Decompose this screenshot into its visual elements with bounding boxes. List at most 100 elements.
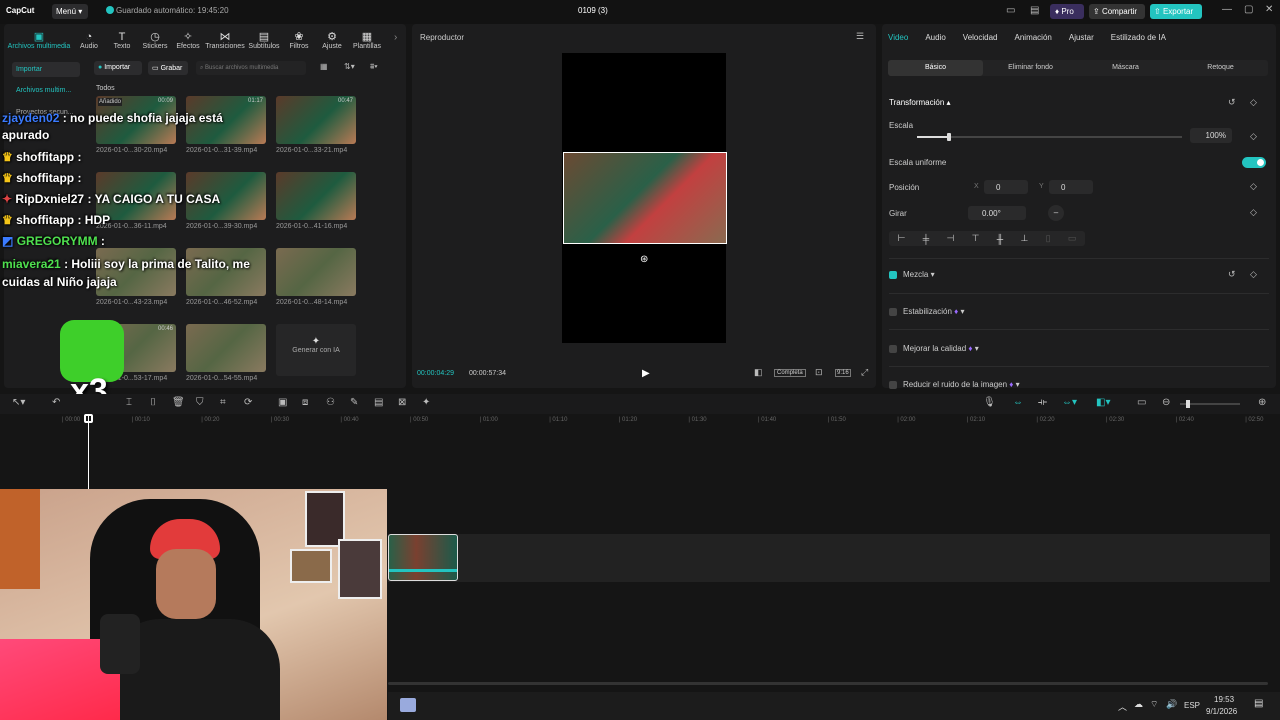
subtab-mask[interactable]: Máscara xyxy=(1078,60,1173,76)
link-icon[interactable]: ⇔ xyxy=(1013,397,1023,408)
chevron-up-icon[interactable]: ︿ xyxy=(1118,700,1127,713)
list-item[interactable]: 2026-01-0...36-11.mp4 xyxy=(96,172,186,248)
sidebar-import[interactable]: Importar xyxy=(12,62,80,77)
tab-media[interactable]: ▣ Archivos multimedia xyxy=(6,26,72,50)
align-center-icon[interactable]: ╪ xyxy=(923,234,929,244)
shield-icon[interactable]: ⛉ xyxy=(196,397,204,408)
delete-icon[interactable]: 🗑 xyxy=(172,397,185,408)
screenshot-icon[interactable]: ⊡ xyxy=(815,367,823,378)
tab-text[interactable]: T Texto xyxy=(106,26,138,50)
split-right-icon[interactable]: ⌷ xyxy=(150,397,156,408)
search-input[interactable]: ⌕ Buscar archivos multimedia xyxy=(196,61,306,75)
rotate-handle-icon[interactable]: ⊛ xyxy=(640,254,648,265)
layout-icon[interactable]: ▭ xyxy=(1006,5,1015,16)
tab-adjust-props[interactable]: Ajustar xyxy=(1069,33,1094,42)
list-item[interactable]: 2026-01-0...48-14.mp4 xyxy=(276,248,366,324)
ai-icon[interactable]: ✦ xyxy=(422,397,430,408)
stabilize-checkbox[interactable] xyxy=(889,307,897,316)
crop-icon[interactable]: ⌗ xyxy=(220,397,226,408)
keyframe-icon[interactable]: ◇ xyxy=(1250,181,1257,192)
tab-ai-style[interactable]: Estilizado de IA xyxy=(1111,33,1166,42)
generate-ai-button[interactable]: ✦ Generar con IA xyxy=(276,324,366,400)
timeline-clip[interactable] xyxy=(388,534,458,581)
zoom-slider[interactable] xyxy=(1180,400,1240,408)
sort-icon[interactable]: ⇅▾ xyxy=(344,62,355,71)
reset-icon[interactable]: ↺ xyxy=(1228,97,1236,108)
speed-icon[interactable]: ⟳ xyxy=(244,397,252,408)
close-icon[interactable]: ✕ xyxy=(1265,4,1273,15)
sidebar-item-local[interactable]: Archivos multim... xyxy=(16,87,71,94)
list-item[interactable]: 00:47 2026-01-0...33-21.mp4 xyxy=(276,96,366,172)
blend-checkbox[interactable] xyxy=(889,270,897,279)
preview-axis-icon[interactable]: ◧▾ xyxy=(1096,397,1110,408)
tab-speed[interactable]: Velocidad xyxy=(963,33,998,42)
subtab-retouch[interactable]: Retoque xyxy=(1173,60,1268,76)
noise-row[interactable]: Reducir el ruido de la imagen ♦ ▾ xyxy=(889,380,1020,389)
uniform-scale-toggle[interactable] xyxy=(1242,157,1266,168)
magnet-icon[interactable]: ⇔▾ xyxy=(1062,397,1077,408)
tab-animation[interactable]: Animación xyxy=(1015,33,1052,42)
aspect-ratio-button[interactable]: 9:16 xyxy=(835,369,851,377)
auto-reframe-icon[interactable]: ⊠ xyxy=(398,397,406,408)
tab-subtitles[interactable]: ▤ Subtítulos xyxy=(246,26,282,50)
share-button[interactable]: ⇪ Compartir xyxy=(1089,4,1145,19)
timeline-scrollbar[interactable] xyxy=(388,682,1268,685)
pro-button[interactable]: ♦ Pro xyxy=(1050,4,1084,19)
noise-checkbox[interactable] xyxy=(889,380,897,389)
align-left-icon[interactable]: ⊢ xyxy=(898,233,906,244)
menu-button[interactable]: Menú ▾ xyxy=(52,4,88,19)
subtab-basic[interactable]: Básico xyxy=(888,60,983,76)
fullscreen-icon[interactable]: ⤢ xyxy=(861,367,868,378)
cutout-icon[interactable]: ⚇ xyxy=(326,397,335,408)
caption-icon[interactable]: ▤ xyxy=(374,397,383,408)
magic-icon[interactable]: ✎ xyxy=(350,397,358,408)
caption-track-icon[interactable]: ▭ xyxy=(1137,397,1146,408)
playhead-handle[interactable] xyxy=(84,414,93,423)
keyframe-icon[interactable]: ◇ xyxy=(1250,269,1257,280)
tab-filters[interactable]: ❀ Filtros xyxy=(283,26,315,50)
microphone-icon[interactable]: 🎙 xyxy=(983,397,996,408)
shortcuts-icon[interactable]: ▤ xyxy=(1030,5,1039,16)
chevron-right-icon[interactable]: › xyxy=(394,32,397,43)
scale-slider[interactable] xyxy=(917,133,1182,141)
keyframe-icon[interactable]: ◇ xyxy=(1250,131,1257,142)
select-tool-icon[interactable]: ↖▾ xyxy=(12,397,25,408)
export-button[interactable]: ⇧ Exportar xyxy=(1150,4,1202,19)
align-top-icon[interactable]: ⊤ xyxy=(972,233,980,244)
list-item[interactable]: 2026-01-0...39-30.mp4 xyxy=(186,172,276,248)
pos-x-input[interactable]: 0 xyxy=(984,180,1028,194)
video-frame[interactable] xyxy=(563,152,727,244)
record-button[interactable]: ▭ Grabar xyxy=(148,61,188,75)
scale-slider-knob[interactable] xyxy=(946,133,951,141)
stabilize-row[interactable]: Estabilización ♦ ▾ xyxy=(889,307,965,316)
tab-adjust[interactable]: ⚙ Ajuste xyxy=(316,26,348,50)
filter-list-icon[interactable]: ⩩▾ xyxy=(370,62,378,72)
playhead[interactable] xyxy=(88,414,89,490)
tab-effects[interactable]: ✧ Efectos xyxy=(172,26,204,50)
volume-icon[interactable]: 🔊 xyxy=(1166,699,1177,710)
wifi-icon[interactable]: ⌔ xyxy=(1150,699,1158,710)
freeze-icon[interactable]: ▣ xyxy=(278,397,287,408)
menu-icon[interactable]: ☰ xyxy=(856,31,864,42)
minimize-icon[interactable]: — xyxy=(1222,4,1232,15)
tab-stickers[interactable]: ◷ Stickers xyxy=(139,26,171,50)
cloud-tray-icon[interactable]: ☁ xyxy=(1134,699,1143,710)
snap-icon[interactable]: ⟛ xyxy=(1038,397,1047,408)
subtab-remove-bg[interactable]: Eliminar fondo xyxy=(983,60,1078,76)
language-indicator[interactable]: ESP xyxy=(1184,701,1200,710)
reset-icon[interactable]: ↺ xyxy=(1228,269,1236,280)
grid-view-icon[interactable]: ▦ xyxy=(320,62,328,71)
split-icon[interactable]: ⌶ xyxy=(126,397,132,408)
align-middle-icon[interactable]: ╫ xyxy=(997,234,1003,244)
quality-checkbox[interactable] xyxy=(889,344,897,353)
rotate-dial[interactable]: – xyxy=(1048,205,1064,221)
zoom-in-icon[interactable]: ⊕ xyxy=(1258,397,1266,408)
list-item[interactable]: 2026-01-0...41-16.mp4 xyxy=(276,172,366,248)
full-quality-button[interactable]: Completa xyxy=(774,369,806,377)
keyframe-icon[interactable]: ◇ xyxy=(1250,207,1257,218)
zoom-out-icon[interactable]: ⊖ xyxy=(1162,397,1170,408)
play-icon[interactable]: ▶ xyxy=(642,368,650,379)
align-bottom-icon[interactable]: ⊥ xyxy=(1020,233,1028,244)
undo-icon[interactable]: ↶ xyxy=(52,397,60,408)
blend-row[interactable]: Mezcla ▾ xyxy=(889,270,935,279)
